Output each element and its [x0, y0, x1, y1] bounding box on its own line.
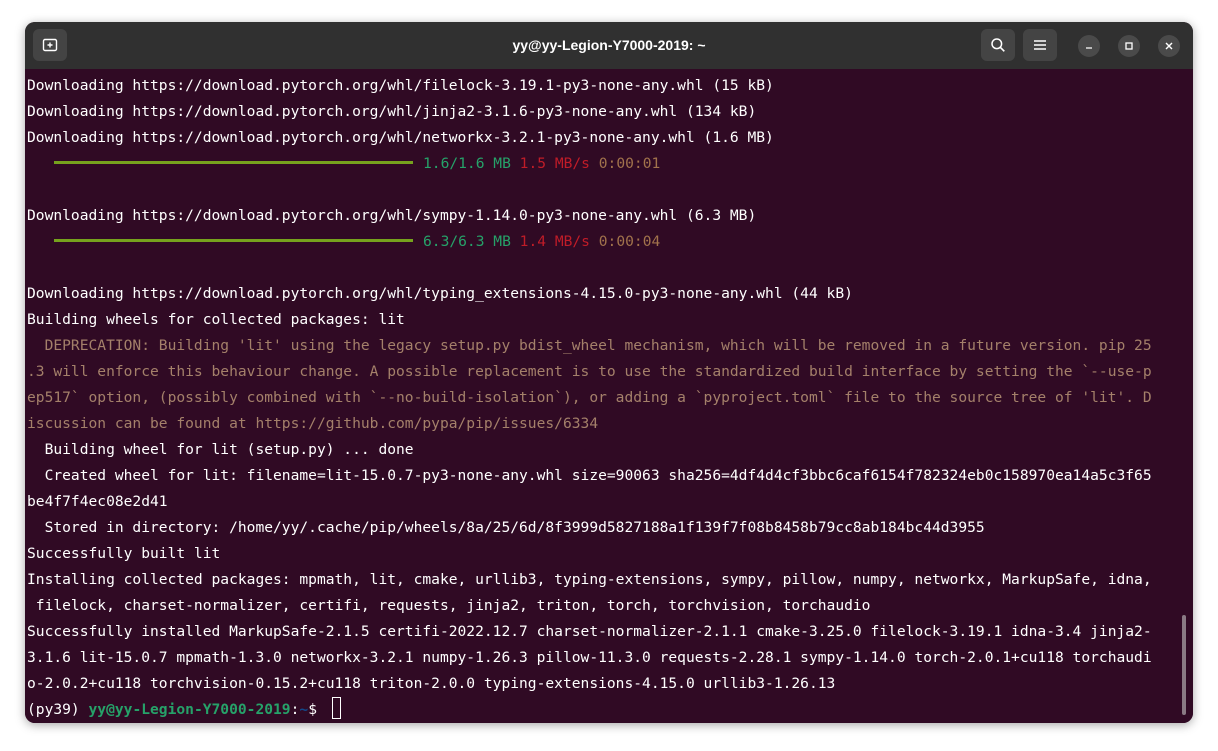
progress-size: 6.3/6.3 MB — [423, 233, 511, 250]
output-line: be4f7f4ec08e2d41 — [27, 493, 168, 510]
search-icon — [991, 38, 1005, 52]
new-tab-icon — [42, 38, 58, 52]
output-line: Stored in directory: /home/yy/.cache/pip… — [27, 519, 985, 536]
close-icon — [1165, 42, 1173, 50]
output-line: Successfully installed MarkupSafe-2.1.5 … — [27, 623, 1152, 640]
progress-rate: 1.4 MB/s — [519, 233, 590, 250]
output-line: o-2.0.2+cu118 torchvision-0.15.2+cu118 t… — [27, 675, 836, 692]
progress-rate: 1.5 MB/s — [519, 155, 590, 172]
output-line: filelock, charset-normalizer, certifi, r… — [27, 597, 871, 614]
output-line: Downloading https://download.pytorch.org… — [27, 285, 853, 302]
minimize-icon — [1086, 47, 1092, 49]
menu-button[interactable] — [1023, 29, 1057, 61]
search-button[interactable] — [981, 29, 1015, 61]
progress-eta: 0:00:01 — [598, 155, 661, 172]
deprecation-line: .3 will enforce this behaviour change. A… — [27, 363, 1152, 380]
maximize-icon — [1125, 42, 1133, 50]
prompt-path: ~ — [299, 701, 309, 718]
download-progress-bar — [54, 161, 413, 164]
output-line: 3.1.6 lit-15.0.7 mpmath-1.3.0 networkx-3… — [27, 649, 1152, 666]
output-line: Created wheel for lit: filename=lit-15.0… — [27, 467, 1152, 484]
download-progress-bar — [54, 239, 413, 242]
shell-prompt[interactable]: (py39) yy@yy-Legion-Y7000-2019:~$ — [27, 697, 326, 723]
prompt-symbol: $ — [308, 701, 326, 718]
output-line: Downloading https://download.pytorch.org… — [27, 207, 757, 224]
hamburger-menu-icon — [1034, 40, 1046, 50]
prompt-user-host: yy@yy-Legion-Y7000-2019 — [88, 701, 291, 718]
output-line: Downloading https://download.pytorch.org… — [27, 103, 757, 120]
progress-size: 1.6/1.6 MB — [423, 155, 511, 172]
progress-eta: 0:00:04 — [598, 233, 661, 250]
output-line: Downloading https://download.pytorch.org… — [27, 77, 774, 94]
output-line: Building wheel for lit (setup.py) ... do… — [27, 441, 414, 458]
close-button[interactable] — [1158, 35, 1180, 57]
output-line: Downloading https://download.pytorch.org… — [27, 129, 774, 146]
title-bar[interactable]: yy@yy-Legion-Y7000-2019: ~ — [25, 22, 1193, 69]
text-cursor — [332, 697, 341, 719]
maximize-button[interactable] — [1118, 35, 1140, 57]
deprecation-line: ep517` option, (possibly combined with `… — [27, 389, 1152, 406]
prompt-env: (py39) — [27, 701, 89, 718]
download-progress-stats: 6.3/6.3 MB 1.4 MB/s 0:00:04 — [423, 229, 660, 255]
download-progress-stats: 1.6/1.6 MB 1.5 MB/s 0:00:01 — [423, 151, 660, 177]
window-title: yy@yy-Legion-Y7000-2019: ~ — [512, 37, 706, 53]
output-line: Building wheels for collected packages: … — [27, 311, 405, 328]
terminal-window: yy@yy-Legion-Y7000-2019: ~ Downloading h… — [25, 22, 1193, 723]
deprecation-line: iscussion can be found at https://github… — [27, 415, 599, 432]
terminal-output[interactable]: Downloading https://download.pytorch.org… — [25, 69, 1193, 723]
output-line: Installing collected packages: mpmath, l… — [27, 571, 1152, 588]
minimize-button[interactable] — [1078, 35, 1100, 57]
new-tab-button[interactable] — [33, 29, 67, 61]
output-line: Successfully built lit — [27, 545, 221, 562]
deprecation-line: DEPRECATION: Building 'lit' using the le… — [27, 337, 1152, 354]
scrollbar[interactable] — [1182, 615, 1186, 715]
